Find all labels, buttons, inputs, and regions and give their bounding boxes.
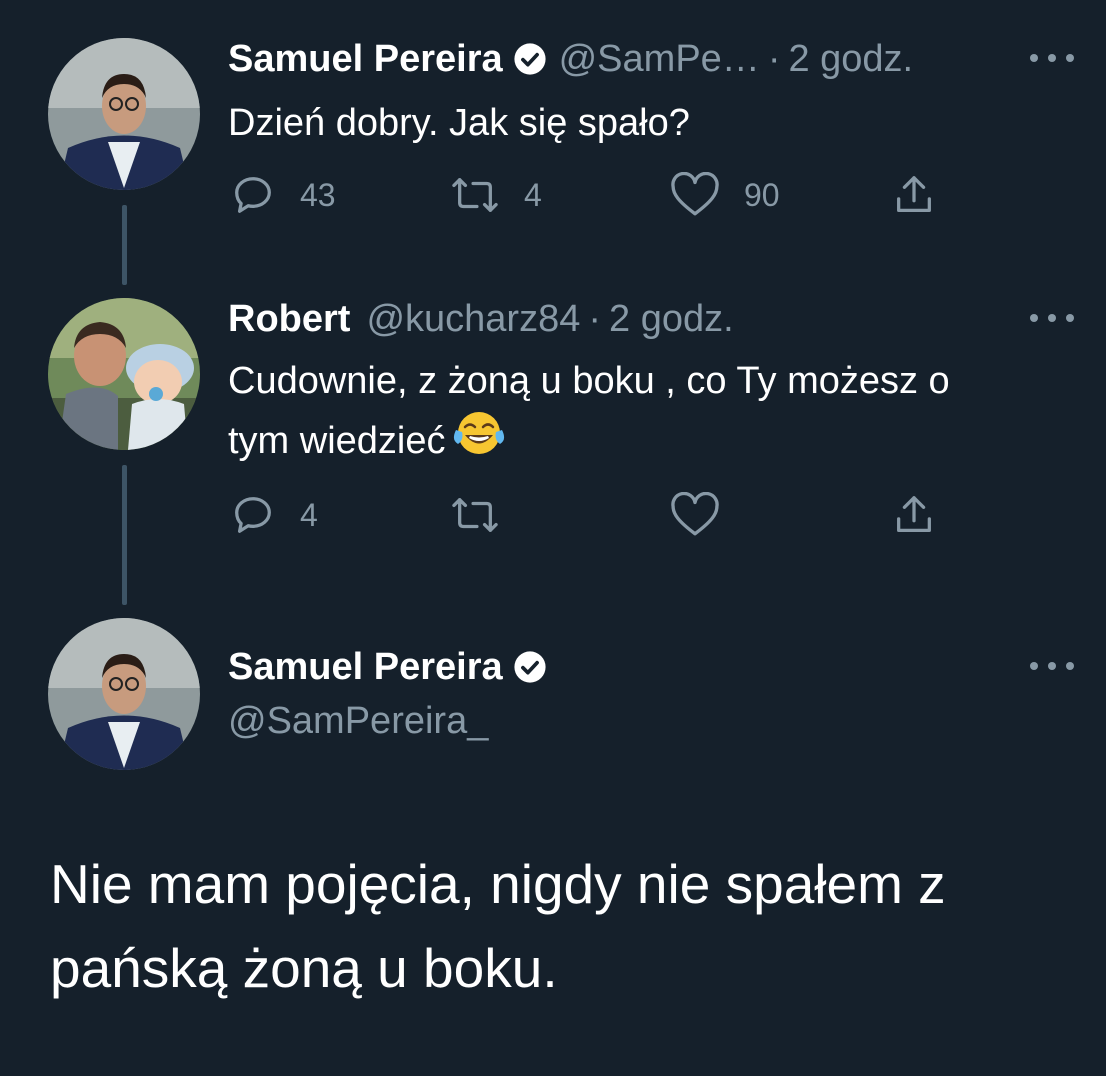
retweet-icon: [452, 178, 498, 212]
more-options-icon[interactable]: [1030, 48, 1074, 68]
main-tweet-header: Samuel Pereira: [228, 644, 559, 690]
author-handle[interactable]: @SamPereira_: [228, 698, 488, 744]
main-tweet-text-line2: pańską żoną u boku.: [50, 937, 558, 999]
reply-button[interactable]: 43: [230, 172, 336, 218]
tears-of-joy-emoji-icon: [452, 408, 506, 473]
author-handle[interactable]: @kucharz84: [366, 296, 580, 342]
main-tweet-text: Nie mam pojęcia, nigdy nie spałem z pańs…: [50, 842, 1080, 1010]
like-count: 90: [744, 176, 780, 213]
reply-count: 43: [300, 176, 336, 213]
author-name[interactable]: Samuel Pereira: [228, 36, 503, 82]
retweet-icon: [452, 498, 498, 532]
tweet2-text-line1: Cudownie, z żoną u boku , co Ty możesz o: [228, 360, 950, 402]
retweet-button[interactable]: [450, 492, 500, 538]
author-handle[interactable]: @SamPe…: [559, 36, 760, 82]
heart-icon: [671, 492, 719, 536]
timestamp[interactable]: 2 godz.: [788, 36, 913, 82]
share-button[interactable]: [890, 492, 938, 538]
retweet-count: 4: [524, 176, 542, 213]
reply-button[interactable]: 4: [230, 492, 318, 538]
avatar-robert[interactable]: [48, 298, 200, 450]
author-name[interactable]: Samuel Pereira: [228, 644, 503, 690]
verified-badge-icon: [513, 42, 547, 76]
tweet1-text: Dzień dobry. Jak się spało?: [228, 102, 690, 144]
reply-icon: [235, 497, 271, 533]
tweet2-text-line2-text: tym wiedzieć: [228, 419, 446, 462]
tweet2-header: Robert @kucharz84 · 2 godz.: [228, 296, 734, 342]
like-button[interactable]: 90: [670, 172, 780, 218]
heart-icon: [671, 172, 719, 216]
avatar-samuel-2[interactable]: [48, 618, 200, 770]
share-icon: [897, 176, 931, 212]
retweet-button[interactable]: 4: [450, 172, 542, 218]
reply-count: 4: [300, 496, 318, 533]
separator-dot: ·: [588, 298, 602, 340]
separator-dot: ·: [767, 38, 781, 80]
tweet2-text: Cudownie, z żoną u boku , co Ty możesz o…: [228, 354, 1088, 473]
author-name[interactable]: Robert: [228, 296, 350, 342]
verified-badge-icon: [513, 650, 547, 684]
main-tweet-text-line1: Nie mam pojęcia, nigdy nie spałem z: [50, 853, 946, 915]
share-button[interactable]: [890, 172, 938, 218]
more-options-icon[interactable]: [1030, 656, 1074, 676]
reply-icon: [235, 177, 271, 213]
tweet1-header: Samuel Pereira @SamPe… · 2 godz.: [228, 36, 913, 82]
avatar-samuel-1[interactable]: [48, 38, 200, 190]
more-options-icon[interactable]: [1030, 308, 1074, 328]
like-button[interactable]: [670, 492, 720, 538]
timestamp[interactable]: 2 godz.: [609, 296, 734, 342]
tweet2-text-line2: tym wiedzieć: [228, 408, 1088, 473]
main-tweet-handle-row: @SamPereira_: [228, 698, 488, 744]
share-icon: [897, 496, 931, 532]
thread-line-2: [122, 465, 127, 605]
thread-line-1: [122, 205, 127, 285]
